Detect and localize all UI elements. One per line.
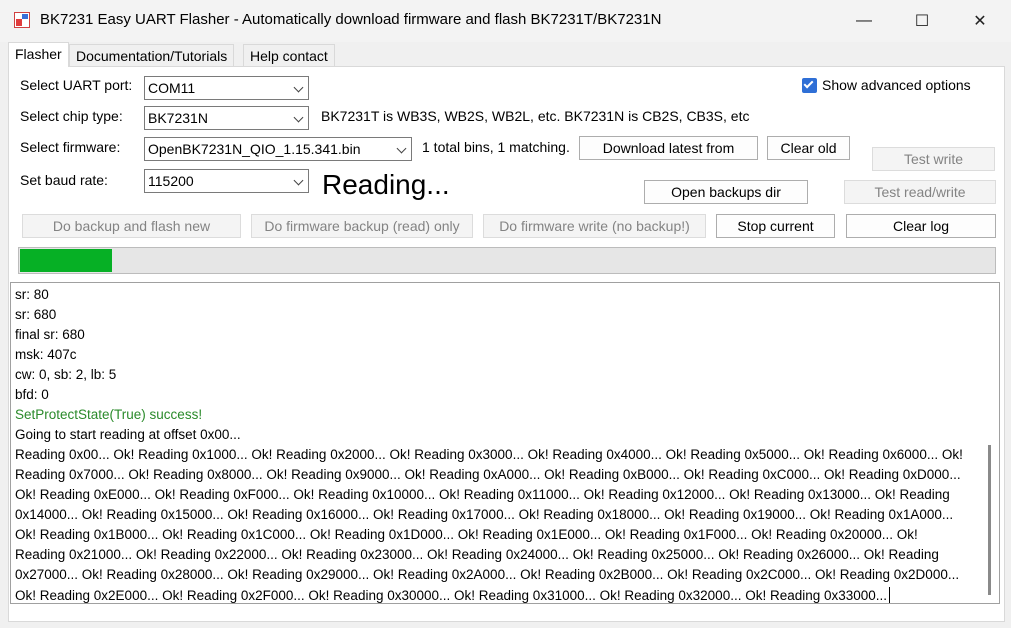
uart-port-label: Select UART port: xyxy=(20,77,133,93)
chevron-down-icon xyxy=(396,143,407,154)
log-line: final sr: 680 xyxy=(15,327,85,342)
title-bar: BK7231 Easy UART Flasher - Automatically… xyxy=(0,0,1011,42)
tab-documentation[interactable]: Documentation/Tutorials xyxy=(69,44,235,66)
log-line: Reading 0x00... Ok! Reading 0x1000... Ok… xyxy=(15,447,963,462)
firmware-value: OpenBK7231N_QIO_1.15.341.bin xyxy=(148,141,361,157)
clear-old-button[interactable]: Clear old xyxy=(767,136,850,160)
tab-flasher[interactable]: Flasher xyxy=(8,42,69,67)
bins-info-text: 1 total bins, 1 matching. xyxy=(422,139,570,155)
minimize-icon: — xyxy=(856,12,872,29)
close-button[interactable]: ✕ xyxy=(951,0,1009,42)
vertical-scrollbar[interactable] xyxy=(982,283,999,603)
baud-rate-select[interactable]: 115200 xyxy=(144,169,309,193)
window-title: BK7231 Easy UART Flasher - Automatically… xyxy=(40,11,662,28)
baud-rate-value: 115200 xyxy=(148,173,194,189)
backup-read-only-button[interactable]: Do firmware backup (read) only xyxy=(251,214,473,238)
log-line: Ok! Reading 0xE000... Ok! Reading 0xF000… xyxy=(15,487,950,502)
chevron-down-icon xyxy=(293,112,304,123)
test-write-button[interactable]: Test write xyxy=(872,147,995,171)
stop-current-button[interactable]: Stop current xyxy=(716,214,835,238)
maximize-icon: ☐ xyxy=(914,13,930,30)
status-text: Reading... xyxy=(322,169,450,200)
close-icon: ✕ xyxy=(973,13,987,30)
scrollbar-thumb[interactable] xyxy=(988,445,991,595)
download-latest-button[interactable]: Download latest from xyxy=(579,136,758,160)
baud-rate-label: Set baud rate: xyxy=(20,172,108,188)
firmware-select[interactable]: OpenBK7231N_QIO_1.15.341.bin xyxy=(144,137,412,161)
chevron-down-icon xyxy=(293,82,304,93)
firmware-label: Select firmware: xyxy=(20,139,121,155)
log-line: Going to start reading at offset 0x00... xyxy=(15,427,241,442)
progress-fill xyxy=(20,249,112,272)
log-line: sr: 80 xyxy=(15,287,49,302)
uart-port-select[interactable]: COM11 xyxy=(144,76,309,100)
advanced-options-checkbox[interactable] xyxy=(802,78,817,93)
log-line: SetProtectState(True) success! xyxy=(15,407,203,422)
open-backups-button[interactable]: Open backups dir xyxy=(644,180,808,204)
log-line: Ok! Reading 0x2E000... Ok! Reading 0x2F0… xyxy=(15,587,891,603)
log-line: bfd: 0 xyxy=(15,387,49,402)
log-line: cw: 0, sb: 2, lb: 5 xyxy=(15,367,117,382)
text-caret xyxy=(889,587,891,603)
log-line: Reading 0x21000... Ok! Reading 0x22000..… xyxy=(15,547,939,562)
log-line: Ok! Reading 0x1B000... Ok! Reading 0x1C0… xyxy=(15,527,918,542)
chip-type-select[interactable]: BK7231N xyxy=(144,106,309,130)
chip-type-value: BK7231N xyxy=(148,110,208,126)
log-line: msk: 407c xyxy=(15,347,77,362)
app-icon xyxy=(14,12,30,28)
firmware-write-button[interactable]: Do firmware write (no backup!) xyxy=(483,214,706,238)
clear-log-button[interactable]: Clear log xyxy=(846,214,996,238)
maximize-button[interactable]: ☐ xyxy=(893,0,951,42)
log-line: Reading 0x7000... Ok! Reading 0x8000... … xyxy=(15,467,961,482)
chevron-down-icon xyxy=(293,175,304,186)
chip-info-text: BK7231T is WB3S, WB2S, WB2L, etc. BK7231… xyxy=(321,108,750,124)
minimize-button[interactable]: — xyxy=(835,0,893,42)
uart-port-value: COM11 xyxy=(148,80,196,96)
log-line: sr: 680 xyxy=(15,307,57,322)
chip-type-label: Select chip type: xyxy=(20,108,123,124)
log-output[interactable]: sr: 80 sr: 680 final sr: 680 msk: 407c cw: 0… xyxy=(10,282,1000,604)
progress-bar xyxy=(18,247,996,274)
tab-help-contact[interactable]: Help contact xyxy=(243,44,335,66)
log-line: 0x14000... Ok! Reading 0x15000... Ok! Re… xyxy=(15,507,954,522)
checkmark-icon xyxy=(803,78,814,89)
test-read-write-button[interactable]: Test read/write xyxy=(844,180,996,204)
backup-and-flash-button[interactable]: Do backup and flash new xyxy=(22,214,241,238)
log-line: 0x27000... Ok! Reading 0x28000... Ok! Re… xyxy=(15,567,960,582)
advanced-options-label[interactable]: Show advanced options xyxy=(822,77,971,93)
